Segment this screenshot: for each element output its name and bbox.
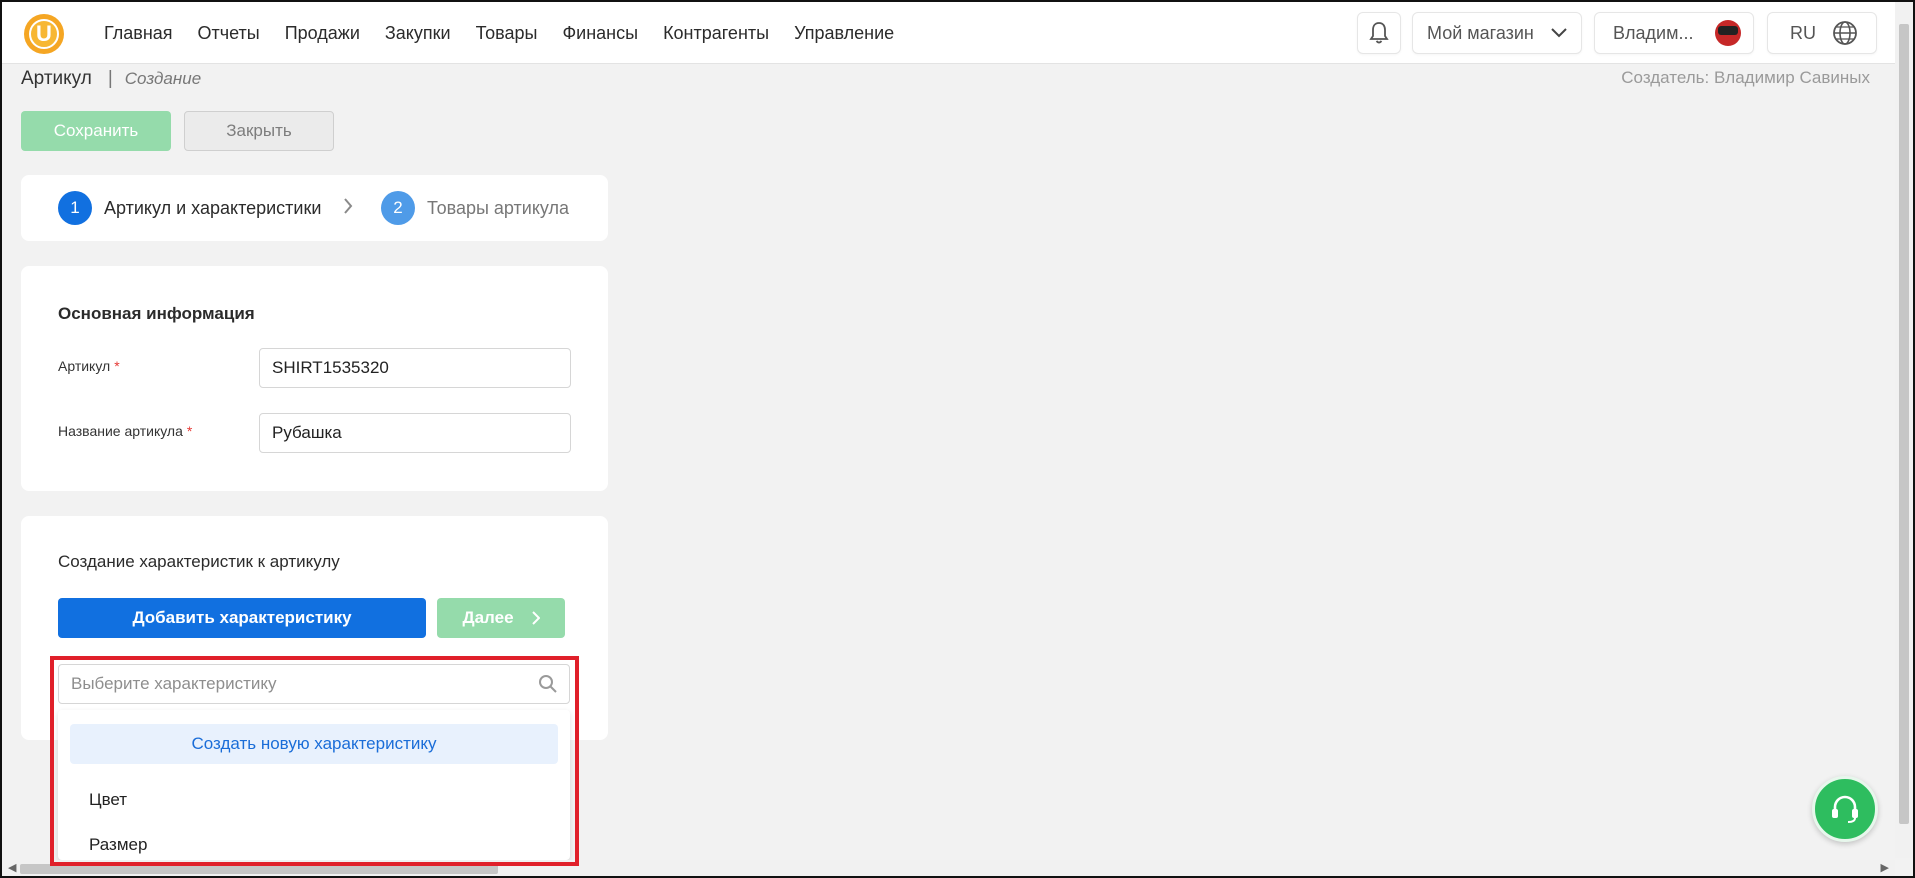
notifications-button[interactable] xyxy=(1357,12,1401,54)
nav-item-counterparties[interactable]: Контрагенты xyxy=(663,23,769,44)
required-mark: * xyxy=(114,358,120,374)
characteristic-dropdown: Создать новую характеристику Цвет Размер xyxy=(58,710,570,860)
store-label: Мой магазин xyxy=(1427,22,1534,43)
step-label: Товары артикула xyxy=(427,197,570,218)
main-info-card: Основная информация Артикул* Название ар… xyxy=(21,266,608,491)
nav-item-products[interactable]: Товары xyxy=(476,23,538,44)
characteristics-card: Создание характеристик к артикулу Добави… xyxy=(21,516,608,740)
store-selector[interactable]: Мой магазин xyxy=(1412,12,1582,54)
step-article-characteristics[interactable]: 1 Артикул и характеристики xyxy=(58,191,321,225)
page-mode: Создание xyxy=(124,69,202,88)
headset-icon xyxy=(1832,795,1858,823)
bell-icon xyxy=(1369,22,1389,44)
create-new-characteristic-option[interactable]: Создать новую характеристику xyxy=(70,724,558,764)
add-characteristic-button[interactable]: Добавить характеристику xyxy=(58,598,426,638)
article-name-label-text: Название артикула xyxy=(58,423,183,439)
section-title: Создание характеристик к артикулу xyxy=(58,552,340,571)
breadcrumb-separator: | xyxy=(107,68,113,89)
required-mark: * xyxy=(186,423,193,439)
article-name-input[interactable] xyxy=(259,413,571,453)
horizontal-scroll-thumb[interactable] xyxy=(20,864,498,874)
step-number: 2 xyxy=(381,191,415,225)
top-navbar: U Главная Отчеты Продажи Закупки Товары … xyxy=(2,2,1895,64)
scroll-right-icon[interactable]: ▶ xyxy=(1881,861,1889,874)
logo-icon[interactable]: U xyxy=(24,14,64,54)
step-label: Артикул и характеристики xyxy=(104,197,322,218)
stepper: 1 Артикул и характеристики 2 Товары арти… xyxy=(21,175,608,241)
language-label: RU xyxy=(1790,22,1816,43)
breadcrumb: Артикул | Создание xyxy=(21,68,201,90)
article-name-label: Название артикула * xyxy=(58,423,192,439)
step-article-products[interactable]: 2 Товары артикула xyxy=(381,191,569,225)
close-button[interactable]: Закрыть xyxy=(184,111,334,151)
article-input[interactable] xyxy=(259,348,571,388)
section-title: Основная информация xyxy=(58,304,255,323)
scroll-left-icon[interactable]: ◀ xyxy=(8,861,16,874)
nav-item-purchases[interactable]: Закупки xyxy=(385,23,451,44)
page-title: Артикул xyxy=(21,68,92,89)
search-icon xyxy=(539,675,557,693)
article-label: Артикул * xyxy=(58,358,120,374)
step-number: 1 xyxy=(58,191,92,225)
characteristic-search-input[interactable] xyxy=(58,664,570,704)
user-label: Владим... xyxy=(1613,22,1694,43)
option-color[interactable]: Цвет xyxy=(89,790,127,810)
nav-item-sales[interactable]: Продажи xyxy=(285,23,360,44)
chevron-right-icon xyxy=(531,611,540,625)
nav-item-reports[interactable]: Отчеты xyxy=(198,23,260,44)
main-nav: Главная Отчеты Продажи Закупки Товары Фи… xyxy=(104,2,919,64)
nav-item-finance[interactable]: Финансы xyxy=(562,23,638,44)
chevron-right-icon xyxy=(344,198,353,214)
next-label: Далее xyxy=(462,608,514,627)
save-button[interactable]: Сохранить xyxy=(21,111,171,151)
next-button[interactable]: Далее xyxy=(437,598,565,638)
vertical-scrollbar[interactable] xyxy=(1895,2,1913,858)
creator-info: Создатель: Владимир Савиных xyxy=(1621,68,1870,87)
vertical-scroll-thumb[interactable] xyxy=(1899,24,1909,824)
horizontal-scrollbar[interactable]: ◀ ▶ xyxy=(2,860,1895,876)
nav-item-home[interactable]: Главная xyxy=(104,23,173,44)
article-label-text: Артикул xyxy=(58,358,111,374)
avatar xyxy=(1715,20,1741,46)
language-selector[interactable]: RU xyxy=(1767,12,1877,54)
nav-item-management[interactable]: Управление xyxy=(794,23,894,44)
logo-letter: U xyxy=(29,19,59,49)
support-button[interactable] xyxy=(1812,776,1878,842)
user-menu[interactable]: Владим... xyxy=(1594,12,1754,54)
globe-icon xyxy=(1833,21,1857,45)
chevron-down-icon xyxy=(1551,28,1567,38)
option-size[interactable]: Размер xyxy=(89,835,147,855)
